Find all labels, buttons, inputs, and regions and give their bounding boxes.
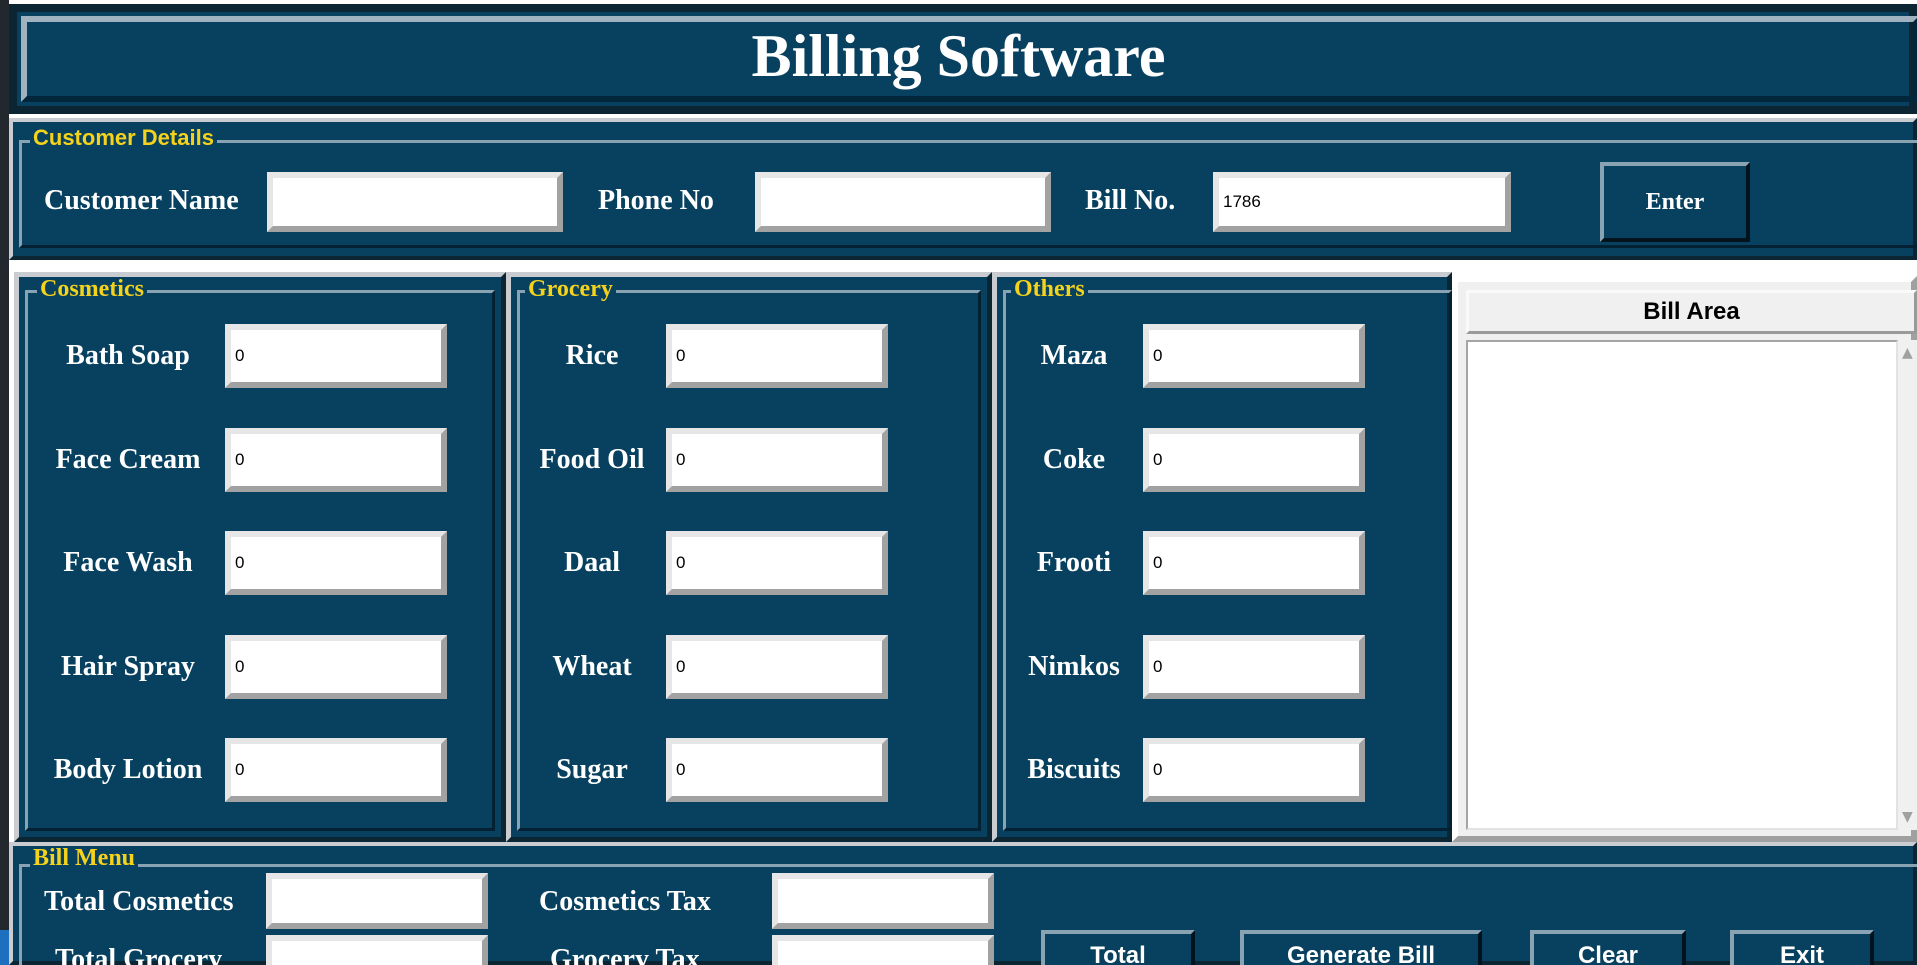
rice-field[interactable]: 0 <box>666 324 888 388</box>
total-button[interactable]: Total <box>1041 930 1195 965</box>
total-cosmetics-label: Total Cosmetics <box>44 886 234 917</box>
bath-soap-field[interactable]: 0 <box>225 324 447 388</box>
face-cream-field[interactable]: 0 <box>225 428 447 492</box>
face-wash-field[interactable]: 0 <box>225 531 447 595</box>
nimkos-label: Nimkos <box>1028 651 1120 682</box>
clear-button[interactable]: Clear <box>1530 930 1686 965</box>
bill-menu-legend: Bill Menu <box>30 846 139 870</box>
app-title: Billing Software <box>751 23 1166 89</box>
grocery-tax-field[interactable] <box>772 935 994 965</box>
enter-button[interactable]: Enter <box>1600 162 1750 242</box>
bill-area-header: Bill Area <box>1466 290 1917 334</box>
bill-area-scrollbar[interactable] <box>1898 340 1917 830</box>
customer-name-label: Customer Name <box>44 185 239 216</box>
face-wash-label: Face Wash <box>63 547 193 578</box>
customer-details-legend: Customer Details <box>30 126 217 150</box>
cosmetics-tax-label: Cosmetics Tax <box>539 886 711 917</box>
daal-label: Daal <box>564 547 620 578</box>
sugar-field[interactable]: 0 <box>666 738 888 802</box>
face-cream-label: Face Cream <box>55 444 201 475</box>
generate-bill-button[interactable]: Generate Bill <box>1240 930 1482 965</box>
scroll-down-icon[interactable]: ▼ <box>1902 810 1913 824</box>
daal-field[interactable]: 0 <box>666 531 888 595</box>
body-lotion-field[interactable]: 0 <box>225 738 447 802</box>
taskbar-edge <box>0 930 9 965</box>
biscuits-label: Biscuits <box>1027 754 1121 785</box>
maza-label: Maza <box>1040 340 1108 371</box>
food-oil-field[interactable]: 0 <box>666 428 888 492</box>
customer-name-field[interactable] <box>267 172 563 232</box>
wheat-label: Wheat <box>552 651 632 682</box>
bill-no-field[interactable]: 1786 <box>1213 172 1511 232</box>
total-cosmetics-field[interactable] <box>266 873 488 929</box>
frooti-label: Frooti <box>1036 547 1112 578</box>
hair-spray-label: Hair Spray <box>60 651 196 682</box>
scroll-up-icon[interactable]: ▲ <box>1902 346 1913 360</box>
coke-field[interactable]: 0 <box>1143 428 1365 492</box>
body-lotion-label: Body Lotion <box>53 754 203 785</box>
grocery-legend: Grocery <box>525 277 616 301</box>
nimkos-field[interactable]: 0 <box>1143 635 1365 699</box>
total-grocery-field[interactable] <box>266 935 488 965</box>
grocery-tax-label: Grocery Tax <box>550 944 700 965</box>
total-grocery-label: Total Grocery <box>55 944 223 965</box>
exit-button[interactable]: Exit <box>1730 930 1874 965</box>
cosmetics-legend: Cosmetics <box>37 277 147 301</box>
food-oil-label: Food Oil <box>539 444 645 475</box>
phone-no-label: Phone No <box>598 185 714 216</box>
sugar-label: Sugar <box>556 754 628 785</box>
billing-app-window: Billing Software Customer Details Custom… <box>0 0 1917 965</box>
frooti-field[interactable]: 0 <box>1143 531 1365 595</box>
maza-field[interactable]: 0 <box>1143 324 1365 388</box>
rice-label: Rice <box>565 340 619 371</box>
coke-label: Coke <box>1042 444 1106 475</box>
wheat-field[interactable]: 0 <box>666 635 888 699</box>
biscuits-field[interactable]: 0 <box>1143 738 1365 802</box>
cosmetics-tax-field[interactable] <box>772 873 994 929</box>
phone-no-field[interactable] <box>755 172 1051 232</box>
bill-area-text[interactable] <box>1466 340 1898 830</box>
hair-spray-field[interactable]: 0 <box>225 635 447 699</box>
bill-no-label: Bill No. <box>1085 185 1176 216</box>
window-edge <box>0 0 9 965</box>
others-legend: Others <box>1011 277 1088 301</box>
bath-soap-label: Bath Soap <box>66 340 190 371</box>
